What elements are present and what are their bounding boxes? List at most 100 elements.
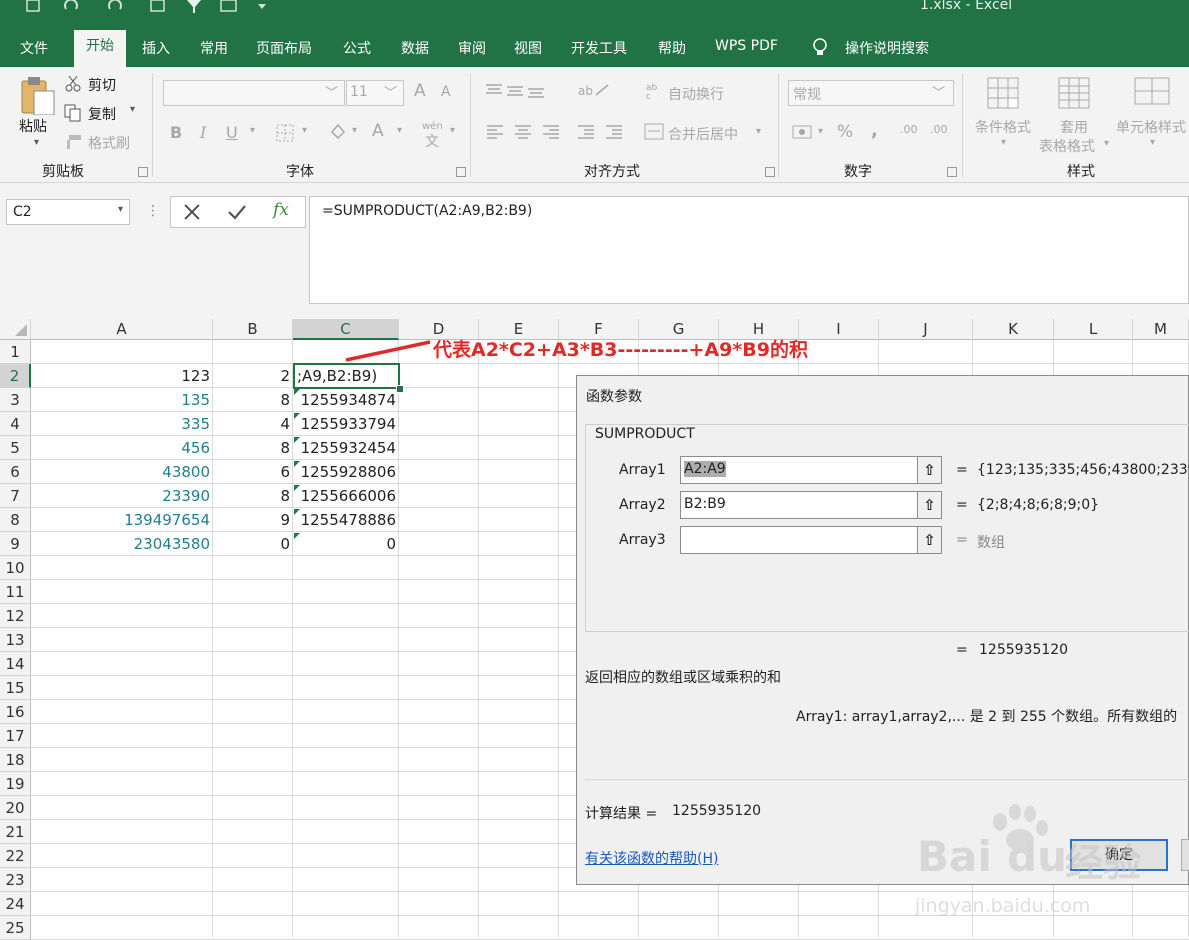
cell-b3[interactable]: 8 xyxy=(213,388,293,412)
font-name-dropdown[interactable] xyxy=(163,80,345,106)
row-header-3[interactable]: 3 xyxy=(0,388,31,412)
cell-c7[interactable]: 1255666006 xyxy=(293,484,399,508)
lightbulb-icon[interactable] xyxy=(812,38,828,60)
wrap-text-button[interactable]: 自动换行 xyxy=(668,84,724,104)
fill-handle[interactable] xyxy=(396,385,404,393)
underline-button[interactable]: U xyxy=(226,123,238,142)
merge-center-icon[interactable] xyxy=(644,123,664,145)
row-header-1[interactable]: 1 xyxy=(0,340,31,364)
cell-b5[interactable]: 8 xyxy=(213,436,293,460)
enter-icon[interactable] xyxy=(227,203,247,225)
cell-a5[interactable]: 456 xyxy=(31,436,213,460)
cell-a9[interactable]: 23043580 xyxy=(31,532,213,556)
paste-icon[interactable] xyxy=(18,75,56,119)
column-header-b[interactable]: B xyxy=(213,319,293,340)
collapse-dialog-icon[interactable]: ⇧ xyxy=(918,526,942,554)
row-header-20[interactable]: 20 xyxy=(0,796,31,820)
cell-c9[interactable]: 0 xyxy=(293,532,399,556)
chevron-down-icon[interactable]: ▾ xyxy=(250,125,255,136)
cell-b8[interactable]: 9 xyxy=(213,508,293,532)
chevron-down-icon[interactable]: ﹀ xyxy=(325,82,338,101)
row-header-14[interactable]: 14 xyxy=(0,652,31,676)
row-header-18[interactable]: 18 xyxy=(0,748,31,772)
tab-review[interactable]: 审阅 xyxy=(458,38,486,58)
italic-button[interactable]: I xyxy=(200,123,206,142)
merge-center-button[interactable]: 合并后居中 xyxy=(668,124,738,144)
increase-decimal-button[interactable]: .00 xyxy=(900,123,918,136)
row-header-12[interactable]: 12 xyxy=(0,604,31,628)
column-header-m[interactable]: M xyxy=(1133,319,1189,340)
chevron-down-icon[interactable]: ▾ xyxy=(302,125,307,136)
save-icon[interactable] xyxy=(26,0,40,22)
paste-button[interactable]: 粘贴 xyxy=(19,116,47,136)
form-icon[interactable] xyxy=(150,0,166,22)
decrease-decimal-button[interactable]: .00 xyxy=(930,123,948,136)
row-header-22[interactable]: 22 xyxy=(0,844,31,868)
dialog-launcher-icon[interactable] xyxy=(138,167,148,177)
row-header-4[interactable]: 4 xyxy=(0,412,31,436)
align-left-icon[interactable] xyxy=(486,124,636,144)
cell-a8[interactable]: 139497654 xyxy=(31,508,213,532)
row-header-10[interactable]: 10 xyxy=(0,556,31,580)
array2-input[interactable]: B2:B9 xyxy=(680,491,918,519)
tab-help[interactable]: 帮助 xyxy=(658,38,686,58)
cell-b9[interactable]: 0 xyxy=(213,532,293,556)
cell-a2[interactable]: 123 xyxy=(31,364,213,388)
tab-common[interactable]: 常用 xyxy=(200,38,228,58)
row-header-9[interactable]: 9 xyxy=(0,532,31,556)
filter-icon[interactable] xyxy=(186,0,202,22)
chevron-down-icon[interactable]: ▾ xyxy=(450,125,455,136)
wrap-text-icon[interactable]: ab c xyxy=(646,81,664,103)
format-painter-button[interactable]: 格式刷 xyxy=(88,133,130,153)
tab-data[interactable]: 数据 xyxy=(401,38,429,58)
tab-wps-pdf[interactable]: WPS PDF xyxy=(715,38,778,54)
cell-styles-button[interactable]: 单元格样式 xyxy=(1116,117,1186,137)
tab-view[interactable]: 视图 xyxy=(514,38,542,58)
cancel-icon[interactable] xyxy=(183,203,201,225)
cell-a7[interactable]: 23390 xyxy=(31,484,213,508)
row-header-8[interactable]: 8 xyxy=(0,508,31,532)
insert-function-button[interactable]: fx xyxy=(273,200,289,220)
row-header-15[interactable]: 15 xyxy=(0,676,31,700)
array1-input[interactable]: A2:A9 xyxy=(680,456,918,484)
align-top-icon[interactable] xyxy=(485,83,545,103)
cell-b4[interactable]: 4 xyxy=(213,412,293,436)
row-header-7[interactable]: 7 xyxy=(0,484,31,508)
percent-button[interactable]: % xyxy=(837,122,853,142)
row-header-5[interactable]: 5 xyxy=(0,436,31,460)
conditional-format-button[interactable]: 条件格式 xyxy=(975,117,1031,137)
table-format-button[interactable]: 表格格式 xyxy=(1039,136,1095,156)
grow-font-button[interactable]: A xyxy=(414,81,426,101)
tab-page-layout[interactable]: 页面布局 xyxy=(256,38,312,58)
table-format-label-1[interactable]: 套用 xyxy=(1060,117,1088,137)
row-header-21[interactable]: 21 xyxy=(0,820,31,844)
dialog-launcher-icon[interactable] xyxy=(947,167,957,177)
fill-color-icon[interactable] xyxy=(328,122,348,146)
cell-c4[interactable]: 1255933794 xyxy=(293,412,399,436)
row-header-11[interactable]: 11 xyxy=(0,580,31,604)
tab-formulas[interactable]: 公式 xyxy=(343,38,371,58)
chevron-down-icon[interactable]: ▾ xyxy=(1001,137,1006,148)
chevron-down-icon[interactable]: ▾ xyxy=(352,125,357,136)
border-icon[interactable] xyxy=(276,124,294,146)
dialog-launcher-icon[interactable] xyxy=(456,167,466,177)
row-header-24[interactable]: 24 xyxy=(0,892,31,916)
redo-icon[interactable] xyxy=(106,0,128,22)
column-header-i[interactable]: I xyxy=(799,319,879,340)
chevron-down-icon[interactable]: ▾ xyxy=(118,204,123,215)
chevron-down-icon[interactable]: ▾ xyxy=(397,125,402,136)
copy-button[interactable]: 复制 xyxy=(88,104,116,124)
accounting-icon[interactable] xyxy=(792,123,814,145)
cell-c6[interactable]: 1255928806 xyxy=(293,460,399,484)
chevron-down-icon[interactable]: ▾ xyxy=(756,126,761,137)
cell-b2[interactable]: 2 xyxy=(213,364,293,388)
tell-me-search[interactable]: 操作说明搜索 xyxy=(845,38,929,58)
column-header-l[interactable]: L xyxy=(1054,319,1133,340)
row-header-19[interactable]: 19 xyxy=(0,772,31,796)
tab-home[interactable]: 开始 xyxy=(74,30,126,67)
column-header-c[interactable]: C xyxy=(293,319,399,340)
shrink-font-button[interactable]: A xyxy=(441,84,451,100)
tab-developer[interactable]: 开发工具 xyxy=(571,38,627,58)
cell-c8[interactable]: 1255478886 xyxy=(293,508,399,532)
table-format-icon[interactable] xyxy=(1058,77,1094,115)
